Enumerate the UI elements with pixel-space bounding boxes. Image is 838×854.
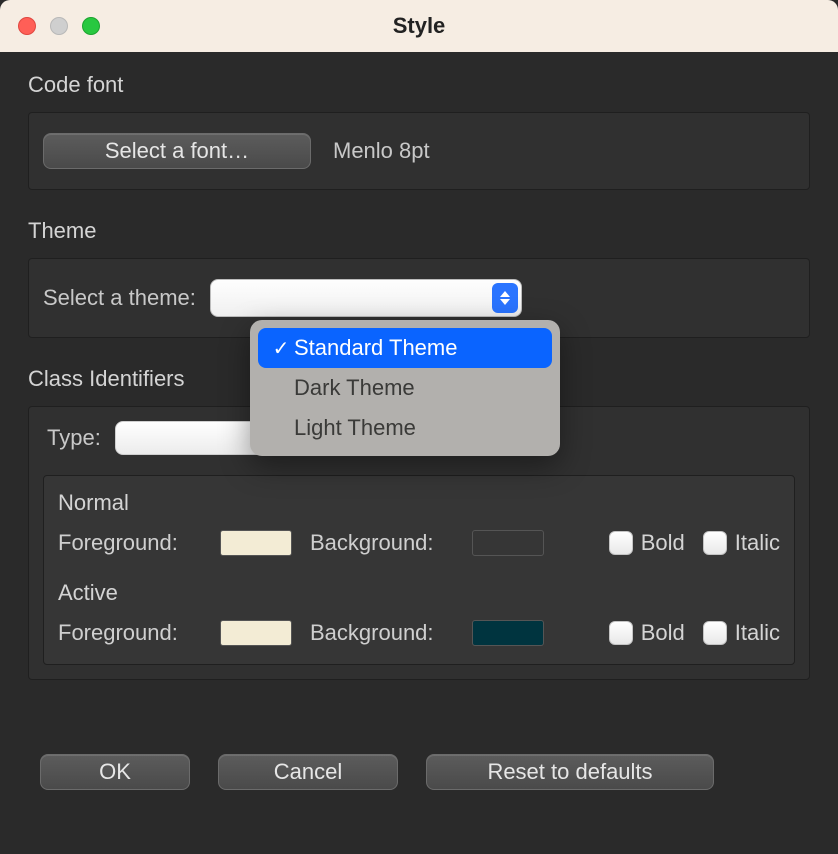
- close-window-button[interactable]: [18, 17, 36, 35]
- active-bold-checkbox[interactable]: Bold: [609, 620, 685, 646]
- normal-title: Normal: [58, 490, 780, 516]
- code-font-section-label: Code font: [28, 72, 810, 98]
- theme-option-standard[interactable]: ✓ Standard Theme: [258, 328, 552, 368]
- active-background-label: Background:: [310, 620, 460, 646]
- maximize-window-button[interactable]: [82, 17, 100, 35]
- normal-background-swatch[interactable]: [472, 530, 544, 556]
- normal-italic-label: Italic: [735, 530, 780, 556]
- normal-style-row: Foreground: Background: Bold Italic: [58, 530, 780, 556]
- active-style-row: Foreground: Background: Bold Italic: [58, 620, 780, 646]
- dialog-buttons: OK Cancel Reset to defaults: [40, 754, 718, 790]
- active-foreground-label: Foreground:: [58, 620, 208, 646]
- reset-button[interactable]: Reset to defaults: [426, 754, 714, 790]
- active-title: Active: [58, 580, 780, 606]
- ok-button[interactable]: OK: [40, 754, 190, 790]
- check-icon: ✓: [268, 336, 294, 361]
- checkbox-box: [609, 531, 633, 555]
- style-panel: Code font Select a font… Menlo 8pt Theme…: [0, 52, 838, 854]
- window-title: Style: [0, 13, 838, 39]
- normal-background-label: Background:: [310, 530, 460, 556]
- theme-dropdown[interactable]: [210, 279, 522, 317]
- normal-bold-checkbox[interactable]: Bold: [609, 530, 685, 556]
- normal-foreground-label: Foreground:: [58, 530, 208, 556]
- window-controls: [18, 17, 100, 35]
- normal-bold-label: Bold: [641, 530, 685, 556]
- window-titlebar: Style: [0, 0, 838, 52]
- active-background-swatch[interactable]: [472, 620, 544, 646]
- theme-option-label: Light Theme: [294, 415, 416, 441]
- checkbox-box: [703, 621, 727, 645]
- active-bold-label: Bold: [641, 620, 685, 646]
- code-font-group: Select a font… Menlo 8pt: [28, 112, 810, 190]
- minimize-window-button[interactable]: [50, 17, 68, 35]
- active-foreground-swatch[interactable]: [220, 620, 292, 646]
- dropdown-stepper-icon: [492, 283, 518, 313]
- normal-foreground-swatch[interactable]: [220, 530, 292, 556]
- active-italic-label: Italic: [735, 620, 780, 646]
- theme-popup-menu: ✓ Standard Theme Dark Theme Light Theme: [250, 320, 560, 456]
- theme-option-label: Standard Theme: [294, 335, 457, 361]
- select-theme-label: Select a theme:: [43, 285, 196, 311]
- active-italic-checkbox[interactable]: Italic: [703, 620, 780, 646]
- normal-italic-checkbox[interactable]: Italic: [703, 530, 780, 556]
- checkbox-box: [703, 531, 727, 555]
- class-style-subgroup: Normal Foreground: Background: Bold Ital…: [43, 475, 795, 665]
- theme-option-light[interactable]: Light Theme: [258, 408, 552, 448]
- checkbox-box: [609, 621, 633, 645]
- theme-section-label: Theme: [28, 218, 810, 244]
- theme-option-dark[interactable]: Dark Theme: [258, 368, 552, 408]
- select-font-button[interactable]: Select a font…: [43, 133, 311, 169]
- cancel-button[interactable]: Cancel: [218, 754, 398, 790]
- type-label: Type:: [47, 425, 101, 451]
- theme-option-label: Dark Theme: [294, 375, 415, 401]
- current-font-display: Menlo 8pt: [333, 138, 430, 164]
